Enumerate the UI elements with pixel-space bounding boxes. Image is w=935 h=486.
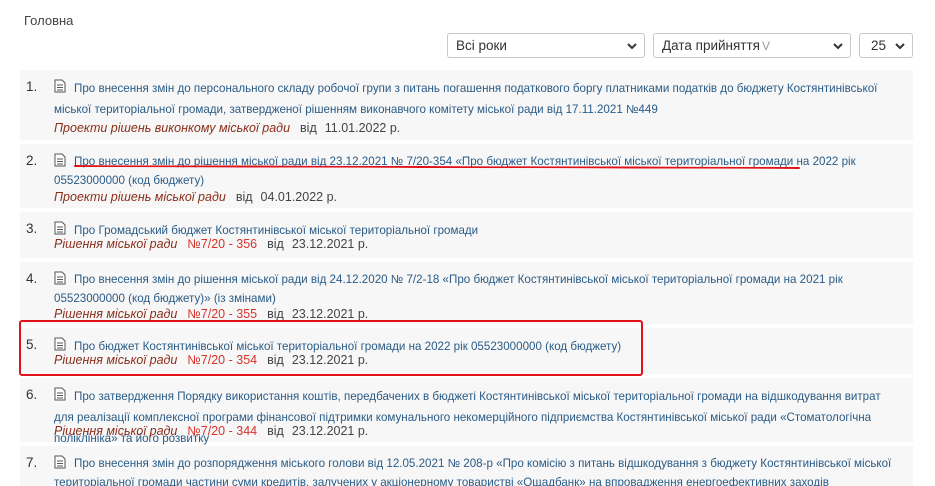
item-date: 04.01.2022 р. bbox=[260, 190, 338, 204]
item-number: 4. bbox=[26, 271, 38, 286]
per-page-select[interactable]: 25 bbox=[859, 33, 913, 58]
sort-order-value: Дата прийняття bbox=[662, 38, 760, 53]
item-number: 6. bbox=[26, 387, 38, 402]
sort-direction-mark: V bbox=[762, 39, 771, 53]
item-title-link[interactable]: Про внесення змін до персонального склад… bbox=[54, 78, 899, 120]
item-title-link[interactable]: Про затвердження Порядку використання ко… bbox=[54, 386, 899, 449]
item-since: від bbox=[267, 237, 284, 251]
list-item: 2. Про внесення змін до рішення міської … bbox=[20, 144, 913, 208]
item-meta: Проекти рішень міської ради від 04.01.2022… bbox=[54, 190, 337, 204]
chevron-down-icon bbox=[832, 40, 844, 52]
item-number: 3. bbox=[26, 221, 38, 236]
item-title-link[interactable]: Про внесення змін до розпорядження міськ… bbox=[54, 454, 899, 486]
list-item: 7. Про внесення змін до розпорядження мі… bbox=[20, 446, 913, 486]
item-reg-number: №7/20 - 344 bbox=[187, 424, 258, 438]
item-date: 11.01.2022 р. bbox=[324, 121, 401, 135]
item-date: 23.12.2021 р. bbox=[291, 424, 369, 438]
item-number: 1. bbox=[26, 79, 38, 94]
item-meta: Проекти рішень виконкому міської ради від… bbox=[54, 121, 400, 135]
item-since: від bbox=[267, 307, 284, 321]
item-type: Рішення міської ради bbox=[54, 237, 178, 251]
item-since: від bbox=[300, 121, 317, 135]
item-since: від bbox=[235, 190, 253, 204]
item-title-link[interactable]: Про внесення змін до рішення міської рад… bbox=[54, 152, 899, 190]
item-title-link[interactable]: Про внесення змін до рішення міської рад… bbox=[54, 270, 899, 308]
sort-order-select[interactable]: Дата прийняття V bbox=[653, 33, 851, 58]
chevron-down-icon bbox=[894, 40, 906, 52]
list-item: 3. Про Громадський бюджет Костянтинівськ… bbox=[20, 212, 913, 258]
per-page-value: 25 bbox=[871, 38, 887, 53]
years-select-value: Всі роки bbox=[456, 38, 507, 53]
list-item: 4. Про внесення змін до рішення міської … bbox=[20, 262, 913, 324]
item-meta: Рішення міської ради №7/20 - 344 від 23.12.… bbox=[54, 424, 368, 438]
item-since: від bbox=[267, 424, 284, 438]
item-date: 23.12.2021 р. bbox=[291, 307, 369, 321]
item-reg-number: №7/20 - 355 bbox=[187, 307, 258, 321]
item-type: Проекти рішень міської ради bbox=[54, 190, 226, 204]
highlight-box bbox=[19, 320, 643, 376]
item-type: Рішення міської ради bbox=[54, 307, 178, 321]
item-meta: Рішення міської ради №7/20 - 356 від 23.12.… bbox=[54, 237, 368, 251]
breadcrumb[interactable]: Головна bbox=[24, 13, 73, 28]
item-reg-number: №7/20 - 356 bbox=[187, 237, 258, 251]
item-number: 2. bbox=[26, 153, 38, 168]
years-select[interactable]: Всі роки bbox=[447, 33, 645, 58]
item-date: 23.12.2021 р. bbox=[291, 237, 369, 251]
item-type: Проекти рішень виконкому міської ради bbox=[54, 121, 291, 135]
item-type: Рішення міської ради bbox=[54, 424, 178, 438]
item-meta: Рішення міської ради №7/20 - 355 від 23.12.… bbox=[54, 307, 368, 321]
list-item: 1. Про внесення змін до персонального ск… bbox=[20, 70, 913, 140]
item-number: 7. bbox=[26, 455, 38, 470]
chevron-down-icon bbox=[626, 40, 638, 52]
list-item: 6. Про затвердження Порядку використання… bbox=[20, 378, 913, 445]
